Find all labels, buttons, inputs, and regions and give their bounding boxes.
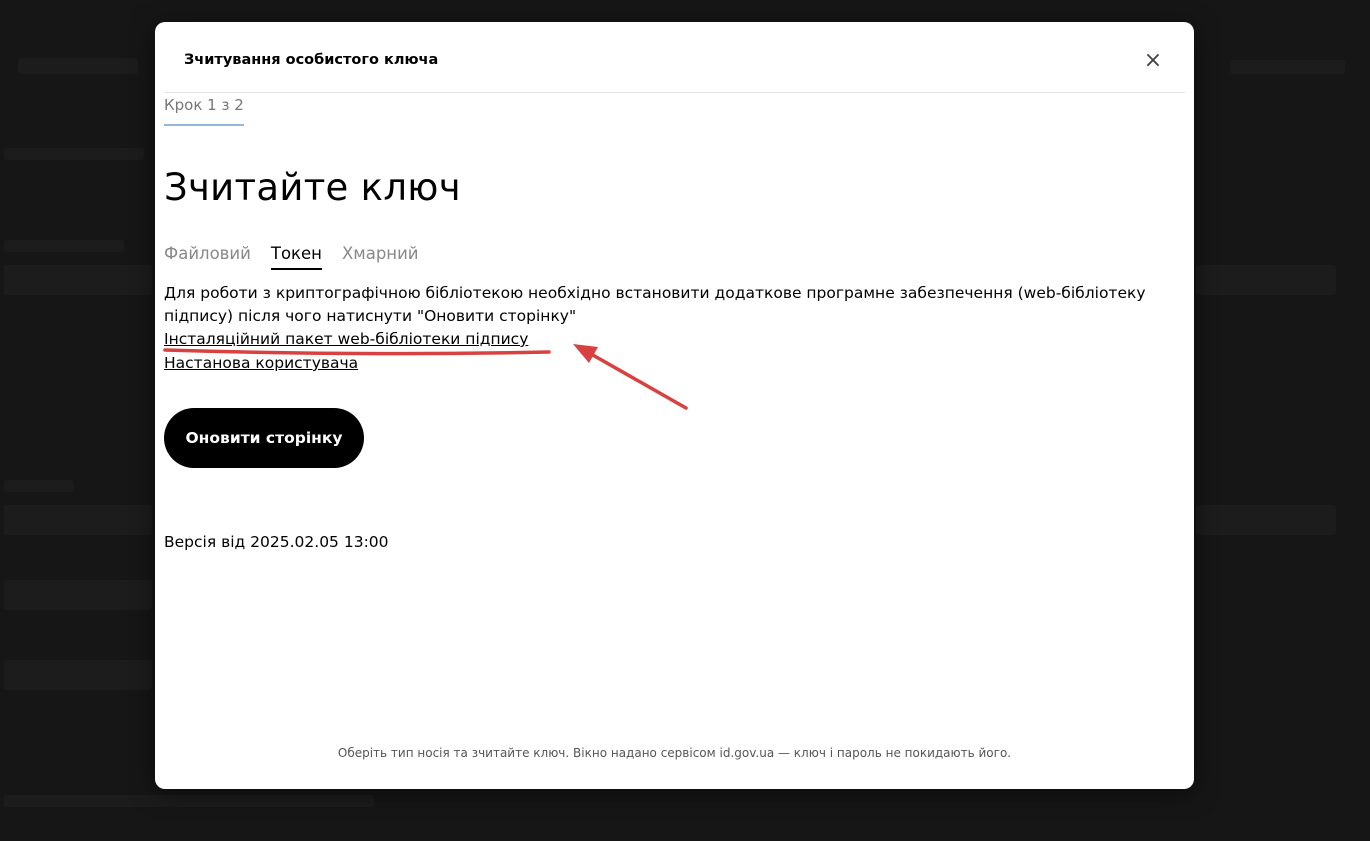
close-button[interactable]: × <box>1142 48 1164 73</box>
page-title: Зчитайте ключ <box>164 166 461 209</box>
user-manual-link[interactable]: Настанова користувача <box>164 354 358 372</box>
key-reading-modal: Зчитування особистого ключа × Крок 1 з 2… <box>155 22 1194 789</box>
step-indicator: Крок 1 з 2 <box>164 96 244 126</box>
modal-header: Зчитування особистого ключа × <box>155 22 1194 93</box>
tab-file[interactable]: Файловий <box>164 244 251 270</box>
instruction-text: Для роботи з криптографічною бібліотекою… <box>164 284 1146 325</box>
close-icon: × <box>1143 48 1163 73</box>
key-type-tabs: Файловий Токен Хмарний <box>164 244 419 270</box>
refresh-page-button[interactable]: Оновити сторінку <box>164 408 364 468</box>
tab-cloud[interactable]: Хмарний <box>342 244 419 270</box>
version-label: Версія від 2025.02.05 13:00 <box>164 533 389 551</box>
header-divider <box>164 92 1185 93</box>
footer-note: Оберіть тип носія та зчитайте ключ. Вікн… <box>337 746 1012 760</box>
modal-title: Зчитування особистого ключа <box>184 52 439 68</box>
tab-token[interactable]: Токен <box>270 244 322 270</box>
installer-package-link[interactable]: Інсталяційний пакет web-бібліотеки підпи… <box>164 330 528 348</box>
